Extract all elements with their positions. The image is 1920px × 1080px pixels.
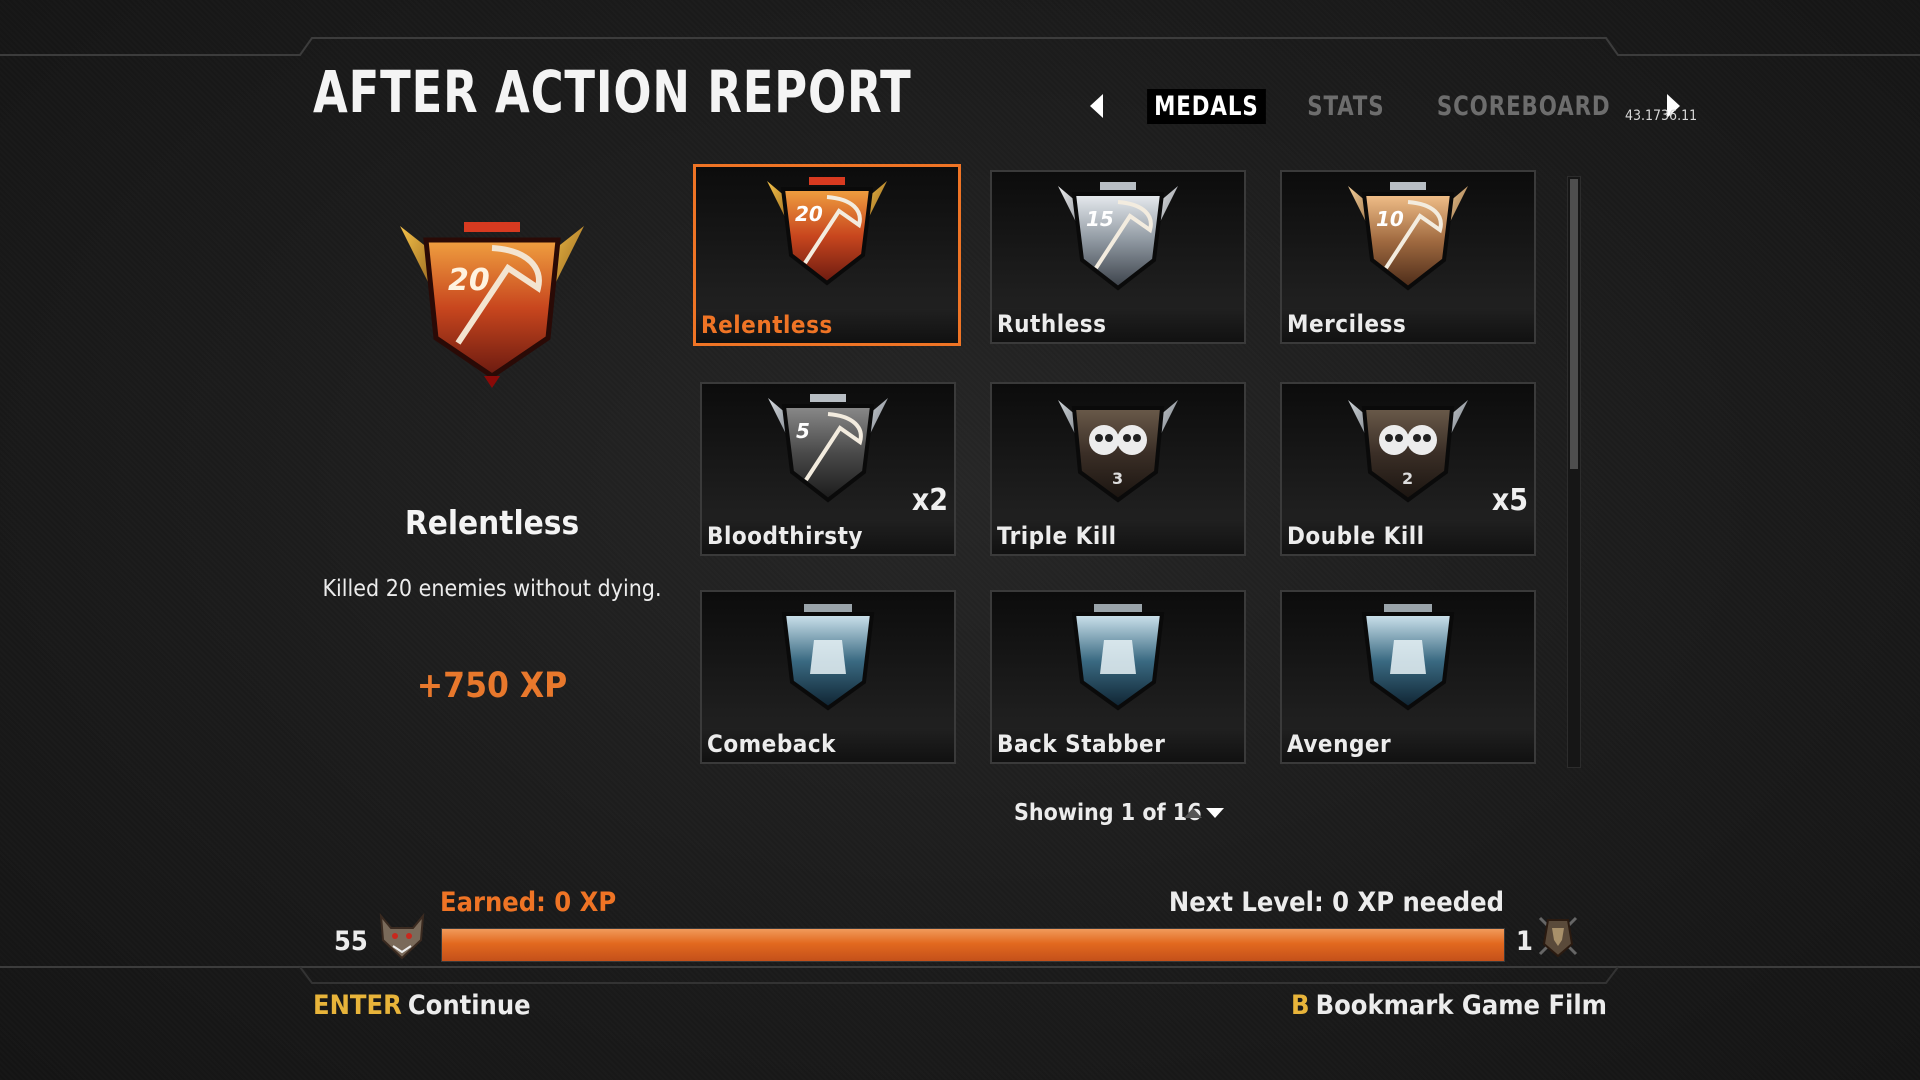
tab-medals[interactable]: MEDALS [1147,88,1266,124]
background [0,0,1920,1080]
medal-tile[interactable]: 20 Relentless [693,164,961,346]
earned-xp: Earned: 0 XP [440,887,617,918]
detail-medal-name: Relentless [404,503,580,542]
page-title: AFTER ACTION REPORT [313,58,912,126]
svg-text:10: 10 [1376,207,1404,231]
medal-tile[interactable]: 3 Triple Kill [990,382,1246,556]
medal-tile[interactable]: 5 x2 Bloodthirsty [700,382,956,556]
svg-text:20: 20 [795,202,823,226]
avenger-medal-icon [1361,604,1455,711]
medal-name: Relentless [701,311,833,339]
svg-text:5: 5 [796,419,810,443]
prestige-emblem-icon [1538,916,1578,958]
bookmark-prompt[interactable]: B Bookmark Game Film [1291,990,1607,1021]
medal-count: x2 [911,483,948,518]
merciless-medal-icon: 10 [1348,182,1468,291]
scroll-down-arrow-icon[interactable] [1206,808,1224,818]
continue-label: Continue [407,990,531,1021]
scrollbar-thumb[interactable] [1570,179,1578,469]
medal-count: x5 [1491,483,1528,518]
current-level: 55 [334,926,368,957]
next-level: 1 [1516,926,1533,957]
tab-scoreboard[interactable]: SCOREBOARD [1430,89,1618,124]
medal-name: Merciless [1287,310,1407,338]
enter-key-label: ENTER [313,990,402,1021]
pagination-text: Showing 1 of 16 [1014,800,1202,826]
medal-name: Back Stabber [997,730,1166,758]
bloodthirsty-medal-icon: 5 [768,394,888,503]
medal-tile[interactable]: 15 Ruthless [990,170,1246,344]
svg-text:3: 3 [1112,469,1123,488]
relentless-medal-icon: 20 [400,222,584,388]
medal-tile[interactable]: Comeback [700,590,956,764]
next-level-xp: Next Level: 0 XP needed [1168,887,1504,918]
double-kill-medal-icon: 2 [1348,400,1468,503]
medal-tile[interactable]: 2 x5 Double Kill [1280,382,1536,556]
b-key-label: B [1291,990,1310,1021]
detail-medal-number: 20 [448,263,490,298]
medal-tile[interactable]: Avenger [1280,590,1536,764]
medal-scrollbar[interactable] [1567,176,1581,768]
relentless-medal-icon: 20 [767,177,887,286]
xp-progress-bar [441,928,1505,962]
bookmark-label: Bookmark Game Film [1315,990,1607,1021]
medal-name: Ruthless [997,310,1107,338]
comeback-medal-icon [781,604,875,711]
medal-name: Comeback [707,730,837,758]
svg-text:15: 15 [1086,207,1114,231]
tab-prev-arrow-icon[interactable] [1090,94,1103,118]
medal-name: Double Kill [1287,522,1425,550]
continue-prompt[interactable]: ENTER Continue [313,990,531,1021]
svg-text:2: 2 [1402,469,1413,488]
medal-name: Avenger [1287,730,1392,758]
medal-name: Triple Kill [997,522,1117,550]
tab-bar: MEDALS STATS SCOREBOARD [1090,88,1680,124]
page-scroll-arrows[interactable] [1184,806,1224,818]
back-stabber-medal-icon [1071,604,1165,711]
triple-kill-medal-icon: 3 [1058,400,1178,503]
build-version: 43.1736.11 [1625,108,1698,124]
detail-medal-xp: +750 XP [416,666,568,706]
medal-tile[interactable]: 10 Merciless [1280,170,1536,344]
scroll-up-arrow-icon[interactable] [1184,806,1202,818]
top-frame [0,37,1920,56]
detail-medal-description: Killed 20 enemies without dying. [322,576,662,602]
medal-name: Bloodthirsty [707,522,863,550]
rank-wolf-emblem-icon [379,912,425,960]
medal-tile[interactable]: Back Stabber [990,590,1246,764]
xp-progress-fill [442,929,1504,961]
tab-stats[interactable]: STATS [1300,89,1391,124]
ruthless-medal-icon: 15 [1058,182,1178,291]
